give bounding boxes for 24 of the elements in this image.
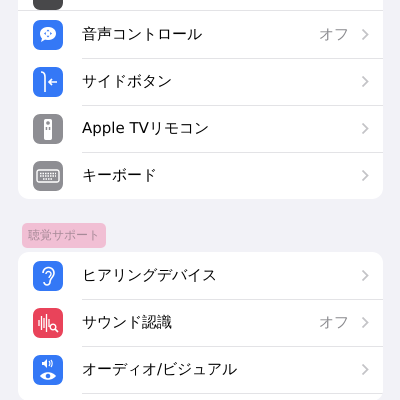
setting-value: オフ — [319, 312, 349, 332]
side-button-icon — [33, 66, 63, 96]
speech-bubble-icon — [33, 20, 63, 50]
setting-label[interactable]: ヒアリングデバイス — [82, 266, 361, 284]
setting-label[interactable]: Apple TVリモコン — [82, 118, 361, 138]
setting-value: オフ — [319, 24, 349, 44]
chevron-icon — [361, 28, 369, 40]
setting-label[interactable]: 音声コントロール — [82, 24, 319, 44]
section-header: 聴覚サポート — [22, 223, 106, 248]
keyboard-icon — [33, 160, 63, 190]
chevron-icon — [361, 268, 369, 282]
chevron-icon — [361, 362, 369, 376]
sound-search-icon — [33, 308, 63, 338]
chevron-icon — [361, 316, 369, 328]
setting-label[interactable]: サウンド認識 — [82, 312, 319, 332]
setting-label[interactable]: サイドボタン — [82, 72, 361, 90]
chevron-icon — [361, 74, 369, 88]
chevron-icon — [361, 122, 369, 134]
ear-icon — [33, 260, 63, 290]
setting-label[interactable]: オーディオ/ビジュアル — [82, 360, 361, 378]
setting-label[interactable]: キーボード — [82, 166, 361, 185]
remote-icon — [33, 114, 63, 144]
chevron-icon — [361, 169, 369, 182]
speaker-eye-icon — [33, 354, 63, 384]
